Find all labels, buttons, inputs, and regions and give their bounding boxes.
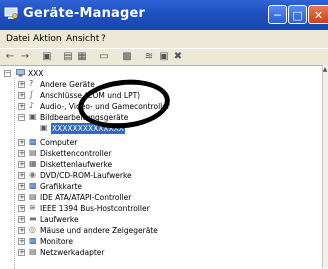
print-icon[interactable]: ▤ [61,50,75,63]
menu-datei[interactable]: Datei [6,34,30,44]
tree-item-label: Grafikkarte [40,182,83,191]
tree-item-label: Diskettencontroller [40,149,112,158]
expand-icon[interactable]: + [18,103,25,110]
display-adapter-icon: ▩ [29,181,37,190]
update-driver-icon[interactable]: ≋ [142,50,156,63]
tree-item-label: Anschlüsse (COM und LPT) [40,91,141,100]
audio-icon: ♪ [29,101,35,110]
expand-icon[interactable]: + [18,249,25,256]
mouse-icon: ◎ [29,225,36,234]
expand-icon[interactable]: + [18,183,25,190]
tree-item-label: Audio-, Video- und Gamecontroller [40,102,170,111]
cdrom-icon: ◉ [29,170,36,179]
camera-icon: ▣ [40,123,48,132]
computer-management-icon [4,7,18,19]
expand-icon[interactable]: + [18,238,25,245]
expand-icon[interactable]: + [18,92,25,99]
uninstall-icon[interactable]: ✖ [171,50,185,63]
network-icon: ▤ [29,247,37,256]
back-icon[interactable]: ← [3,50,17,63]
tree-item-label: Andere Geräte [40,80,95,89]
refresh-icon[interactable]: ▦ [75,50,89,63]
disk-icon: ▬ [29,214,37,223]
help-icon[interactable]: ▭ [97,50,111,63]
maximize-button[interactable]: □ [288,5,307,24]
tree-item-label: Bildbearbeitungsgeräte [40,113,129,122]
collapse-icon[interactable]: − [18,114,25,121]
ide-icon: ▤ [29,192,37,201]
disable-icon[interactable]: ▣ [157,50,171,63]
maximize-icon: □ [292,9,303,22]
properties-icon[interactable]: ▣ [40,50,54,63]
expand-icon[interactable]: + [18,139,25,146]
tree-item-label: DVD/CD-ROM-Laufwerke [40,171,132,180]
toolbar: ← → ▣ ▤ ▦ ▭ ▩ ≋ ▣ ✖ [0,48,328,65]
question-device-icon: ? [29,79,34,88]
tree-item-label: Netzwerkadapter [40,248,105,257]
tree-item-label: Computer [40,138,78,147]
tree-item-label: Diskettenlaufwerke [40,160,113,169]
port-icon: ∫ [29,90,34,99]
floppy-controller-icon: ▤ [29,148,37,157]
collapse-icon[interactable]: − [4,70,11,77]
computer-icon: ▩ [29,137,37,146]
firewire-icon: ≋ [29,203,36,212]
menu-help[interactable]: ? [101,34,106,44]
minimize-icon: ─ [274,9,281,22]
expand-icon[interactable]: + [18,81,25,88]
tree-root-label: XXX [28,69,44,78]
tree-guide-line [14,78,15,269]
close-icon: ✕ [313,9,324,22]
menu-bar: Datei Aktion Ansicht ? [0,30,328,48]
scroll-up-icon[interactable]: ▲ [322,65,328,75]
expand-icon[interactable]: + [18,172,25,179]
monitor-icon: ▩ [29,236,37,245]
scan-hardware-icon[interactable]: ▩ [120,50,134,63]
computer-icon [16,69,25,77]
tree-item-label: IDE ATA/ATAPI-Controller [40,193,132,202]
close-button[interactable]: ✕ [308,5,328,24]
floppy-icon: ▦ [29,159,37,168]
tree-item-label: Monitore [40,237,73,246]
title-bar[interactable]: Geräte-Manager ─ □ ✕ [0,0,328,30]
tree-item-label: Laufwerke [40,215,79,224]
tree-item-label: Mäuse und andere Zeigegeräte [40,226,158,235]
expand-icon[interactable]: + [18,205,25,212]
expand-icon[interactable]: + [18,227,25,234]
tree-item-label: IEEE 1394 Bus-Hostcontroller [40,204,150,213]
expand-icon[interactable]: + [18,161,25,168]
forward-icon[interactable]: → [18,50,32,63]
window-title: Geräte-Manager [23,6,146,21]
expand-icon[interactable]: + [18,150,25,157]
menu-aktion[interactable]: Aktion [33,34,62,44]
minimize-button[interactable]: ─ [268,5,287,24]
tree-item-label: XXXXXXXXXXXXXX [51,123,125,134]
camera-icon: ▣ [29,112,37,121]
vertical-scrollbar[interactable] [322,65,328,268]
device-tree[interactable]: − XXX + ? Andere Geräte + ∫ Anschlüsse (… [0,65,322,269]
expand-icon[interactable]: + [18,216,25,223]
menu-ansicht[interactable]: Ansicht [66,34,99,44]
expand-icon[interactable]: + [18,194,25,201]
